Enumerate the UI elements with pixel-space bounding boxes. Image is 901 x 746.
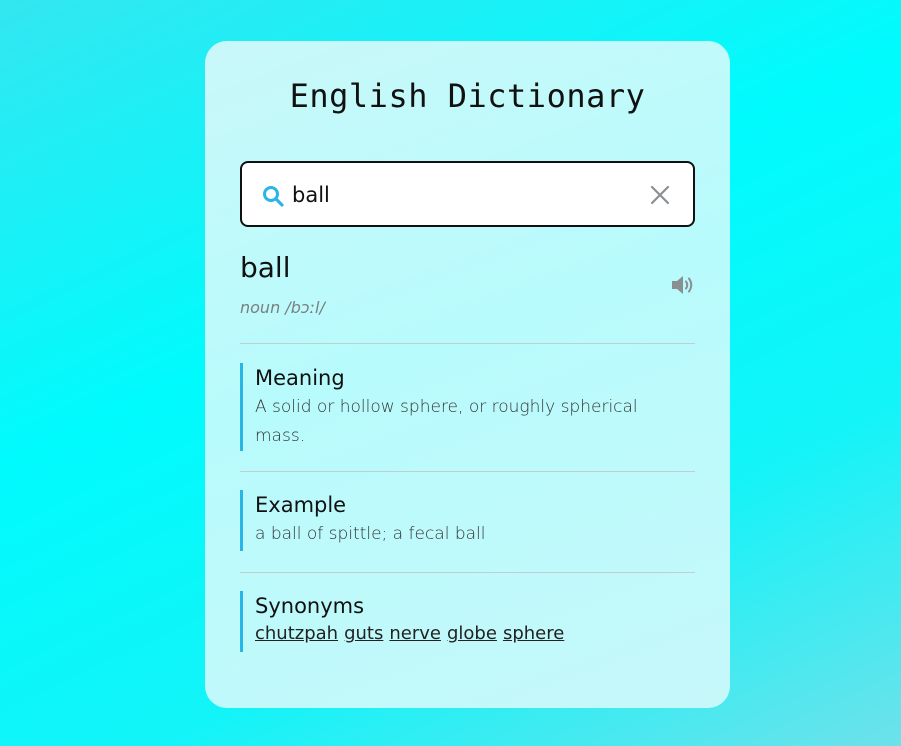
divider	[240, 572, 695, 573]
example-title: Example	[255, 493, 347, 517]
synonym-link[interactable]: globe	[447, 623, 497, 644]
meaning-text: A solid or hollow sphere, or roughly sph…	[255, 397, 638, 446]
example-section: Example a ball of spittle; a fecal ball	[240, 490, 680, 551]
meaning-title: Meaning	[255, 366, 345, 390]
search-icon	[263, 186, 284, 207]
synonym-link[interactable]: nerve	[389, 623, 441, 644]
result-word: ball	[240, 251, 291, 284]
divider	[240, 471, 695, 472]
synonym-link[interactable]: chutzpah	[255, 623, 338, 644]
example-text: a ball of spittle; a fecal ball	[255, 524, 486, 544]
synonym-link[interactable]: sphere	[503, 623, 564, 644]
search-input[interactable]	[292, 177, 632, 213]
speaker-icon[interactable]	[670, 274, 696, 296]
synonym-link[interactable]: guts	[344, 623, 383, 644]
synonyms-list: chutzpah guts nerve globe sphere	[255, 621, 680, 647]
dictionary-card: English Dictionary ball noun /bɔːl/ Mean…	[205, 41, 730, 708]
app-title: English Dictionary	[289, 77, 646, 115]
close-icon[interactable]	[649, 184, 671, 206]
result-phonetic: noun /bɔːl/	[240, 298, 325, 317]
divider	[240, 343, 695, 344]
synonyms-title: Synonyms	[255, 594, 365, 618]
meaning-section: Meaning A solid or hollow sphere, or rou…	[240, 363, 680, 451]
search-box[interactable]	[240, 161, 695, 227]
synonyms-section: Synonyms chutzpah guts nerve globe sphere	[240, 591, 680, 652]
